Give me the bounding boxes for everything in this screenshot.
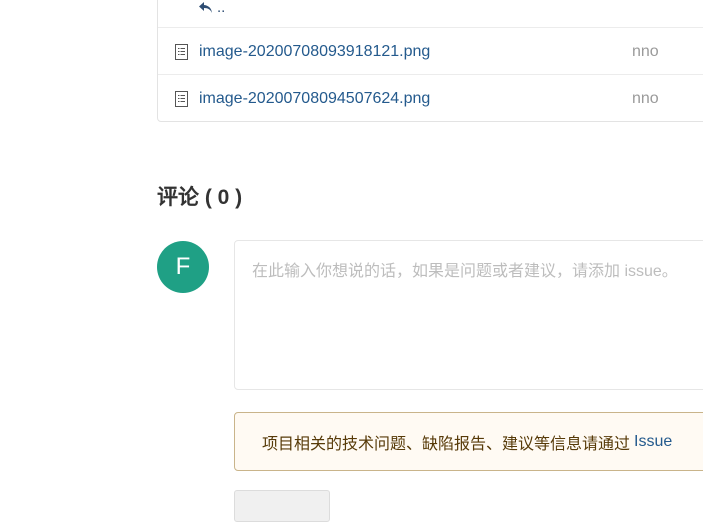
file-icon xyxy=(175,43,188,60)
comments-title: 评论 ( 0 ) xyxy=(157,186,243,209)
file-link[interactable]: image-20200708094507624.png xyxy=(199,90,430,108)
file-link[interactable]: image-20200708093918121.png xyxy=(199,43,430,61)
avatar-letter: F xyxy=(175,253,191,280)
file-author: nno xyxy=(632,42,659,60)
file-row: image-20200708093918121.png nno xyxy=(158,27,703,75)
parent-directory-row: .. xyxy=(158,0,703,27)
notice-text: 项目相关的技术问题、缺陷报告、建议等信息请通过 xyxy=(262,435,631,453)
issue-notice: 项目相关的技术问题、缺陷报告、建议等信息请通过 Issue xyxy=(234,412,703,471)
parent-directory-label: .. xyxy=(217,0,226,16)
issue-link[interactable]: Issue xyxy=(634,433,672,451)
parent-directory-link[interactable]: .. xyxy=(198,0,225,16)
file-list-panel: .. image-20200708093918121.png nno image… xyxy=(157,0,703,122)
file-icon xyxy=(175,90,188,107)
comment-input[interactable] xyxy=(234,240,703,390)
file-author: nno xyxy=(632,89,659,107)
back-arrow-icon xyxy=(199,1,212,13)
user-avatar[interactable]: F xyxy=(157,241,209,293)
file-row: image-20200708094507624.png nno xyxy=(158,74,703,122)
submit-comment-button[interactable] xyxy=(234,490,330,522)
